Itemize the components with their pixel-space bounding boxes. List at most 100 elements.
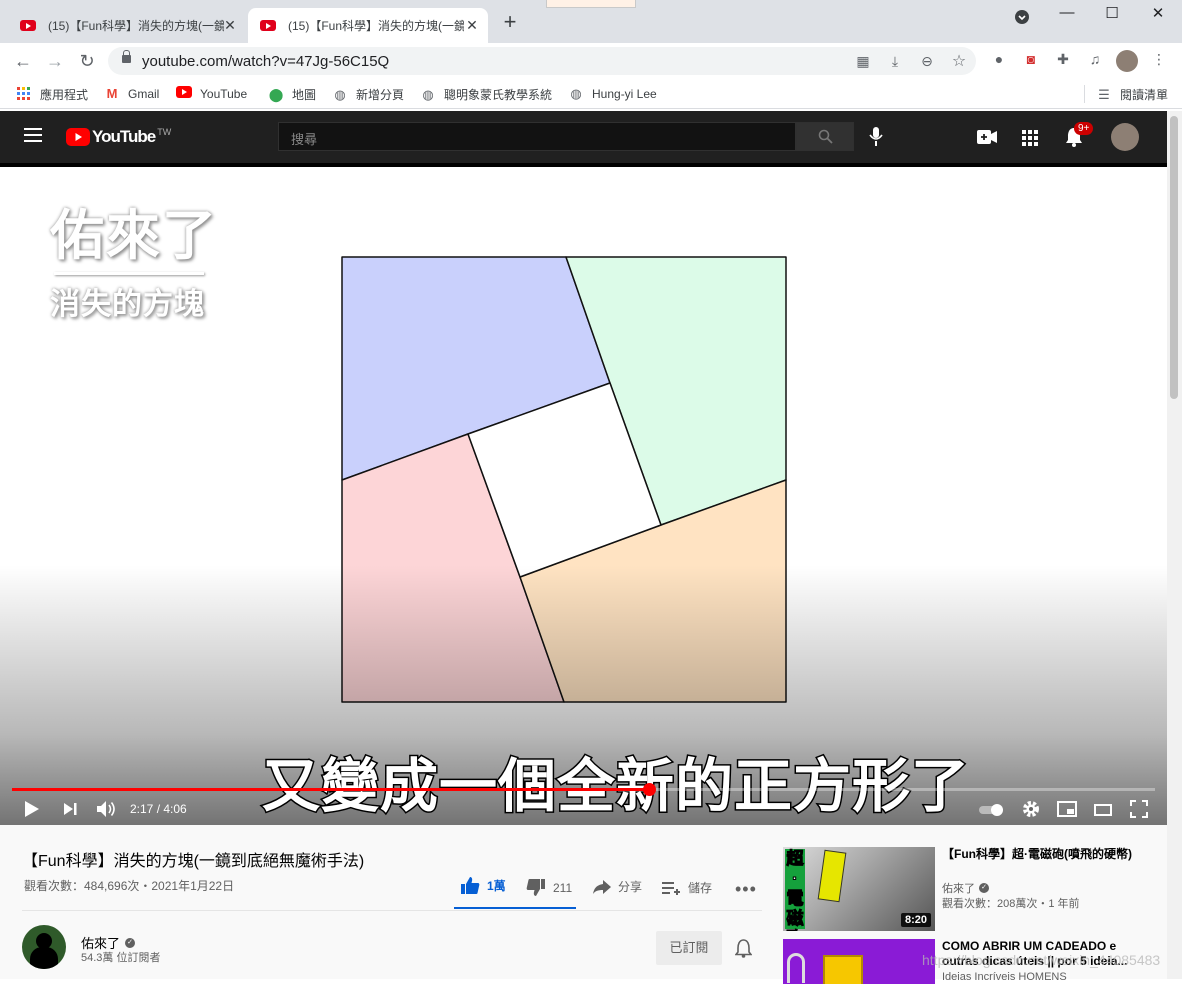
close-tab-icon[interactable]: ✕	[464, 17, 480, 34]
profile-avatar[interactable]	[1116, 50, 1138, 72]
reading-list[interactable]: ☰ 閱讀清單	[1096, 86, 1168, 103]
search-input[interactable]: 搜尋	[278, 122, 796, 151]
theater-mode-icon[interactable]	[1094, 803, 1112, 821]
tab-strip: (15)【Fun科學】消失的方塊(一鏡到底絕無魔術手法) - YouTube ✕…	[0, 0, 1182, 43]
extension-shield-icon[interactable]: ◙	[1022, 51, 1040, 67]
autoplay-toggle[interactable]	[979, 803, 1005, 822]
video-player[interactable]: 佑來了 消失的方塊 又變成一個全新的正方形了 2:17 / 4:06	[0, 163, 1167, 825]
zoom-icon[interactable]: ⊖	[918, 53, 936, 70]
like-button[interactable]: 1萬	[460, 876, 506, 895]
save-button[interactable]: 儲存	[662, 879, 712, 896]
related-title[interactable]: 【Fun科學】超·電磁砲(噴飛的硬幣)	[942, 847, 1142, 862]
tab-search-icon[interactable]	[1007, 10, 1037, 28]
progress-played	[12, 788, 649, 791]
back-icon[interactable]: ←	[12, 51, 34, 71]
maximize-icon[interactable]: ☐	[1097, 4, 1127, 22]
thumbs-down-icon	[526, 879, 545, 896]
create-video-icon[interactable]	[977, 130, 997, 149]
dislike-button[interactable]: 211	[526, 878, 572, 897]
fullscreen-icon[interactable]	[1130, 800, 1148, 823]
settings-gear-icon[interactable]	[1022, 800, 1040, 823]
subscribed-button[interactable]: 已訂閱	[656, 931, 722, 965]
bookmark-label: 聰明象蒙氏教學系統	[444, 88, 553, 102]
volume-icon[interactable]	[96, 800, 118, 823]
forward-icon[interactable]: →	[44, 51, 66, 71]
notification-bell-icon[interactable]	[734, 939, 753, 963]
thumbnail-caption: 超·電磁砲	[785, 849, 805, 931]
bookmark-apps[interactable]: 應用程式	[16, 86, 88, 103]
related-thumbnail[interactable]: 超·電磁砲 8:20	[783, 847, 935, 931]
video-view-meta: 觀看次數：484,696次・2021年1月22日	[24, 879, 235, 893]
close-tab-icon[interactable]: ✕	[222, 17, 238, 34]
url-text[interactable]: youtube.com/watch?v=47Jg-56C15Q	[142, 53, 389, 70]
next-video-icon[interactable]	[63, 802, 77, 821]
bookmark-montessori[interactable]: ◍ 聰明象蒙氏教學系統	[420, 86, 552, 103]
share-button[interactable]: 分享	[592, 878, 642, 895]
qr-code-icon[interactable]: ▦	[854, 53, 872, 70]
maps-pin-icon: ⬤	[268, 86, 284, 102]
youtube-favicon-icon	[260, 20, 276, 31]
verified-icon: ✓	[979, 883, 989, 893]
channel-avatar[interactable]	[22, 925, 66, 969]
more-actions-icon[interactable]: •••	[735, 879, 757, 900]
youtube-icon	[176, 86, 192, 102]
bookmark-maps[interactable]: ⬤ 地圖	[268, 86, 316, 103]
extensions-puzzle-icon[interactable]: ✚	[1054, 51, 1072, 68]
play-icon[interactable]	[24, 800, 40, 823]
tab-title: (15)【Fun科學】消失的方塊(一鏡到底絕無魔術手法) - YouTube	[288, 19, 464, 33]
media-control-icon[interactable]: ♫	[1086, 51, 1104, 67]
bookmark-hung-yi-lee[interactable]: ◍ Hung-yi Lee	[568, 86, 656, 102]
share-icon	[593, 879, 611, 894]
browser-tab-2[interactable]: (15)【Fun科學】消失的方塊(一鏡到底絕無魔術手法) - YouTube ✕	[248, 8, 488, 43]
window-close-icon[interactable]: ✕	[1143, 4, 1173, 22]
related-thumbnail[interactable]	[783, 939, 935, 984]
region-code: TW	[157, 127, 172, 137]
scrollbar-thumb[interactable]	[1170, 116, 1178, 399]
globe-icon: ◍	[334, 86, 346, 102]
bookmark-star-icon[interactable]: ☆	[950, 51, 968, 71]
search-button[interactable]	[796, 122, 854, 151]
related-channel[interactable]: Ideias Incríveis HOMENS	[942, 971, 1067, 983]
like-count: 1萬	[487, 879, 506, 893]
chrome-menu-icon[interactable]: ⋮	[1150, 51, 1168, 68]
reload-icon[interactable]: ↻	[76, 51, 98, 71]
install-app-icon[interactable]: ⤓	[886, 53, 904, 70]
miniplayer-icon[interactable]	[1057, 801, 1077, 822]
bookmark-label: Gmail	[128, 87, 160, 101]
subtitle-caption: 又變成一個全新的正方形了	[260, 753, 971, 821]
new-tab-icon[interactable]: +	[500, 11, 520, 33]
youtube-logo[interactable]: YouTube TW	[66, 127, 171, 147]
bookmark-label: 新增分頁	[356, 88, 405, 102]
verified-icon: ✓	[125, 937, 136, 948]
bookmarks-bar: 應用程式 M Gmail YouTube ⬤ 地圖 ◍ 新增分頁 ◍ 聰明象蒙氏…	[0, 79, 1182, 109]
bookmark-label: 地圖	[292, 88, 317, 102]
window-drag-handle[interactable]	[546, 0, 636, 8]
page-scrollbar[interactable]	[1167, 111, 1182, 979]
account-avatar[interactable]	[1111, 123, 1139, 151]
microphone-icon[interactable]	[869, 127, 883, 152]
notification-badge: 9+	[1074, 122, 1094, 135]
menu-icon[interactable]	[24, 127, 42, 148]
related-channel[interactable]: 佑來了 ✓	[942, 880, 989, 896]
lock-icon	[122, 50, 131, 63]
bookmark-new-tab[interactable]: ◍ 新增分頁	[332, 86, 404, 103]
scrubber-handle[interactable]	[642, 783, 656, 796]
tab-title: (15)【Fun科學】消失的方塊(一鏡到底絕無魔術手法) - YouTube	[48, 19, 224, 33]
address-bar[interactable]: youtube.com/watch?v=47Jg-56C15Q ▦ ⤓ ⊖ ☆	[108, 47, 976, 75]
logo-text: YouTube	[92, 127, 156, 146]
bookmark-youtube[interactable]: YouTube	[176, 86, 247, 102]
minimize-icon[interactable]: —	[1052, 4, 1082, 21]
browser-toolbar: ← → ↻ youtube.com/watch?v=47Jg-56C15Q ▦ …	[0, 43, 1182, 79]
gmail-icon: M	[106, 86, 118, 101]
extension-circle-icon[interactable]: ●	[990, 51, 1008, 67]
bookmark-gmail[interactable]: M Gmail	[104, 86, 160, 102]
divider	[22, 910, 762, 911]
apps-icon[interactable]	[1022, 130, 1038, 151]
share-label: 分享	[618, 880, 643, 894]
browser-tab-1[interactable]: (15)【Fun科學】消失的方塊(一鏡到底絕無魔術手法) - YouTube ✕	[8, 8, 246, 43]
video-duration: 8:20	[900, 913, 931, 927]
progress-bar[interactable]	[12, 788, 1155, 791]
dislike-count: 211	[553, 880, 573, 895]
thumbnail-padlock	[823, 955, 863, 984]
thumbs-up-icon	[461, 877, 480, 894]
